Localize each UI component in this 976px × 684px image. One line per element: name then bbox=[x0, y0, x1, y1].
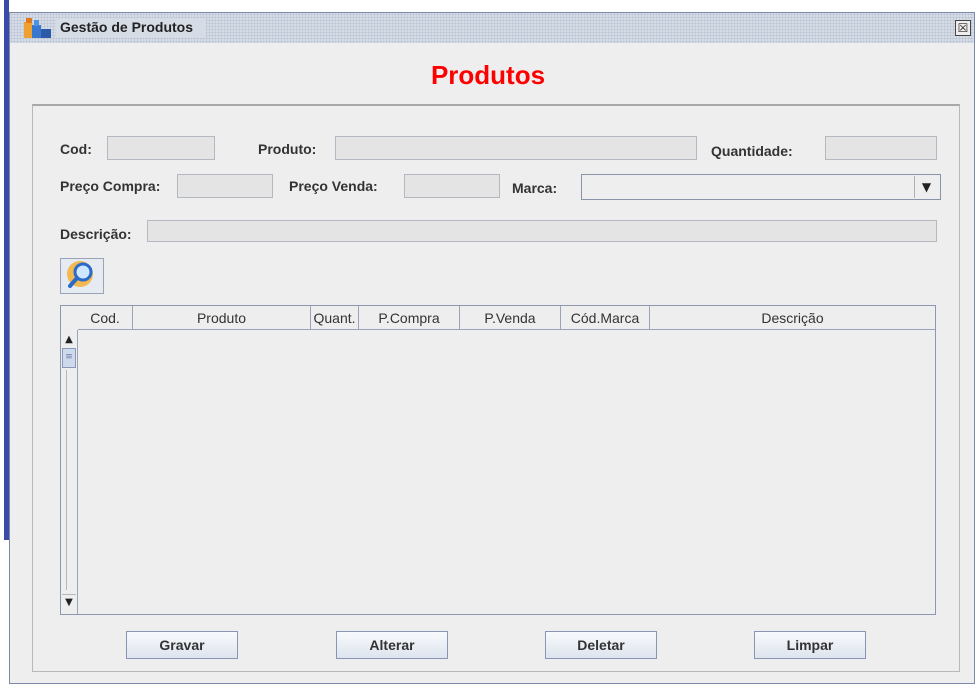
quantidade-field[interactable] bbox=[825, 136, 937, 160]
alterar-button[interactable]: Alterar bbox=[336, 631, 448, 659]
produto-label: Produto: bbox=[258, 141, 317, 157]
column-header-descricao[interactable]: Descrição bbox=[650, 306, 935, 330]
scroll-thumb[interactable]: ≡ bbox=[62, 348, 76, 368]
scroll-up-icon[interactable]: ▲ bbox=[62, 333, 76, 347]
column-header-cod[interactable]: Cod. bbox=[78, 306, 133, 330]
column-header-cod-marca[interactable]: Cód.Marca bbox=[561, 306, 650, 330]
chevron-down-icon[interactable]: ▼ bbox=[914, 176, 938, 198]
preco-venda-label: Preço Venda: bbox=[289, 178, 378, 194]
page-title: Produtos bbox=[430, 60, 546, 90]
preco-venda-field[interactable] bbox=[404, 174, 500, 198]
close-icon[interactable]: ☒ bbox=[955, 20, 971, 36]
produto-field[interactable] bbox=[335, 136, 697, 160]
preco-compra-label: Preço Compra: bbox=[60, 178, 161, 194]
column-header-quant[interactable]: Quant. bbox=[311, 306, 359, 330]
magnifier-icon bbox=[67, 261, 93, 288]
marca-label: Marca: bbox=[512, 180, 558, 196]
scroll-down-icon[interactable]: ▼ bbox=[62, 594, 76, 610]
scroll-track[interactable] bbox=[66, 370, 76, 590]
window-title: Gestão de Produtos bbox=[60, 19, 194, 35]
deletar-button[interactable]: Deletar bbox=[545, 631, 657, 659]
marca-select[interactable] bbox=[581, 174, 941, 200]
products-table[interactable] bbox=[60, 305, 936, 615]
preco-compra-field[interactable] bbox=[177, 174, 273, 198]
cod-field[interactable] bbox=[107, 136, 215, 160]
cod-label: Cod: bbox=[60, 141, 92, 157]
quantidade-label: Quantidade: bbox=[711, 143, 793, 159]
search-button[interactable] bbox=[60, 258, 104, 294]
gravar-button[interactable]: Gravar bbox=[126, 631, 238, 659]
column-header-preco-compra[interactable]: P.Compra bbox=[359, 306, 460, 330]
app-icon bbox=[24, 16, 52, 40]
descricao-label: Descrição: bbox=[60, 226, 132, 242]
column-header-produto[interactable]: Produto bbox=[133, 306, 311, 330]
column-header-preco-venda[interactable]: P.Venda bbox=[460, 306, 561, 330]
limpar-button[interactable]: Limpar bbox=[754, 631, 866, 659]
descricao-field[interactable] bbox=[147, 220, 937, 242]
